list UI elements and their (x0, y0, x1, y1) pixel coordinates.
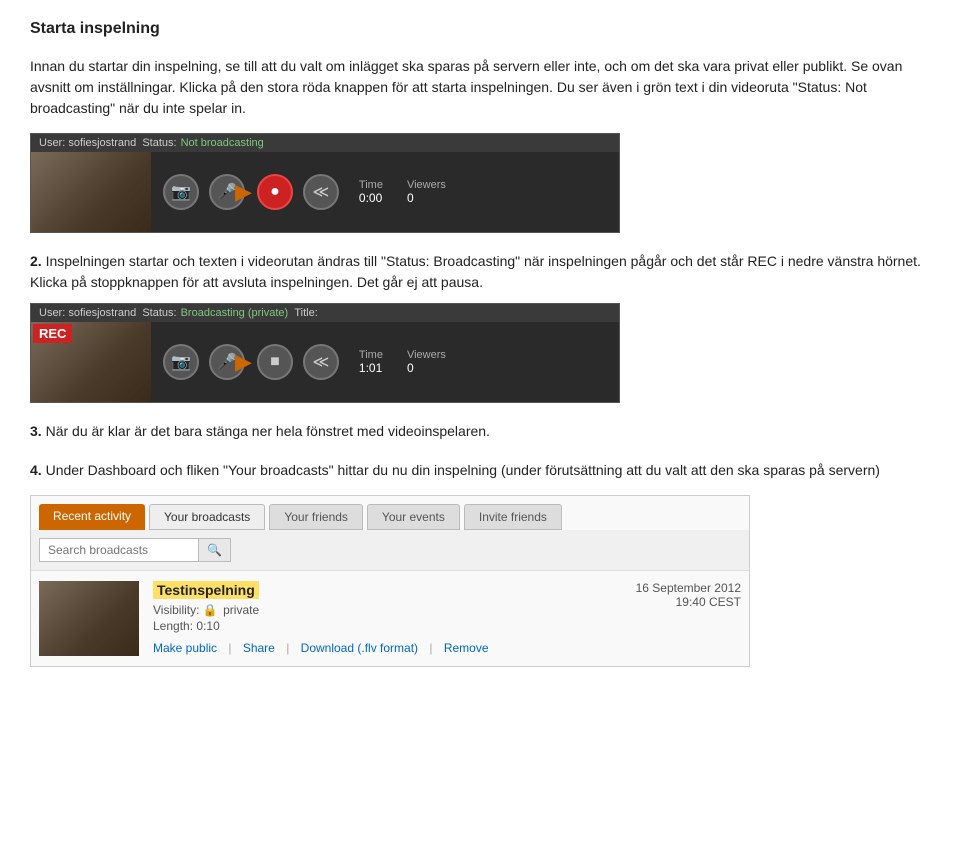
viewers-value-2: 0 (407, 361, 446, 375)
stop-btn-2[interactable]: ■ (257, 344, 293, 380)
section-point1: Innan du startar din inspelning, se till… (30, 56, 929, 233)
player2-user-label: User: (39, 307, 65, 319)
player1-status-value: Not broadcasting (181, 137, 264, 149)
broadcast-length: Length: 0:10 (153, 619, 587, 633)
broadcast-title: Testinspelning (153, 581, 259, 599)
point4-content: Under Dashboard och fliken "Your broadca… (46, 462, 880, 478)
length-label: Length: (153, 619, 193, 633)
broadcast-actions: Make public Share Download (.flv format)… (153, 641, 587, 655)
broadcast-row: Testinspelning Visibility: 🔒 private Len… (31, 571, 749, 666)
player-mock-2: User: sofiesjostrand Status: Broadcastin… (30, 303, 620, 403)
broadcast-details: Testinspelning Visibility: 🔒 private Len… (153, 581, 587, 655)
time-label-2: Time (359, 349, 383, 361)
player1-user-label: User: (39, 137, 65, 149)
time-value-1: 0:00 (359, 191, 383, 205)
time-label-1: Time (359, 179, 383, 191)
search-button[interactable]: 🔍 (199, 538, 231, 562)
point2-text: Inspelningen startar och texten i videor… (30, 253, 921, 290)
camera-btn-2[interactable]: 📷 (163, 344, 199, 380)
arrow-2: ▶ (235, 349, 252, 375)
broadcast-thumbnail (39, 581, 139, 656)
dashboard-tabs: Recent activity Your broadcasts Your fri… (31, 496, 749, 530)
player1-status-label: Status: (142, 137, 176, 149)
point3-content: När du är klar är det bara stänga ner he… (46, 423, 490, 439)
title-section: Starta inspelning (30, 20, 929, 38)
player-info-1: Time 0:00 Viewers 0 (359, 179, 446, 205)
player-controls-2: 📷 🎤 ▶ ■ ≪ Time 1:01 Viewers 0 (151, 336, 619, 388)
page-title: Starta inspelning (30, 20, 929, 38)
visibility-value: private (223, 603, 259, 617)
player-video-2: REC (31, 322, 151, 402)
share-btn-1[interactable]: ≪ (303, 174, 339, 210)
point4-text: 4. Under Dashboard och fliken "Your broa… (30, 460, 929, 481)
action-make-public[interactable]: Make public (153, 641, 231, 655)
broadcast-date: 16 September 2012 19:40 CEST (601, 581, 741, 609)
viewers-col-1: Viewers 0 (407, 179, 446, 205)
broadcast-date-day: 16 September 2012 (601, 581, 741, 595)
broadcast-visibility: Visibility: 🔒 private (153, 603, 587, 617)
search-icon: 🔍 (207, 543, 222, 557)
point1-text: Innan du startar din inspelning, se till… (30, 56, 929, 119)
player-mock-1: User: sofiesjostrand Status: Not broadca… (30, 133, 620, 233)
point3-text: 3. När du är klar är det bara stänga ner… (30, 421, 929, 442)
share-btn-2[interactable]: ≪ (303, 344, 339, 380)
visibility-label: Visibility: (153, 603, 199, 617)
lock-icon: 🔒 (203, 603, 218, 617)
player-info-2: Time 1:01 Viewers 0 (359, 349, 446, 375)
player-info-row-time-1: Time 0:00 Viewers 0 (359, 179, 446, 205)
tab-invite-friends[interactable]: Invite friends (464, 504, 562, 530)
length-value: 0:10 (196, 619, 219, 633)
section-point2: 2. Inspelningen startar och texten i vid… (30, 251, 929, 403)
action-download[interactable]: Download (.flv format) (301, 641, 433, 655)
player-info-row-time-2: Time 1:01 Viewers 0 (359, 349, 446, 375)
action-share[interactable]: Share (243, 641, 289, 655)
player-video-face-1 (31, 152, 151, 232)
section-point3: 3. När du är klar är det bara stänga ner… (30, 421, 929, 442)
tab-recent-activity[interactable]: Recent activity (39, 504, 145, 530)
viewers-col-2: Viewers 0 (407, 349, 446, 375)
viewers-label-2: Viewers (407, 349, 446, 361)
arrow-1: ▶ (235, 179, 252, 205)
player-top-bar-1: User: sofiesjostrand Status: Not broadca… (31, 134, 619, 152)
player2-title-label: Title: (294, 307, 317, 319)
player1-user-value: sofiesjostrand (68, 137, 136, 149)
search-input[interactable] (39, 538, 199, 562)
point2-prefix: 2. Inspelningen startar och texten i vid… (30, 251, 929, 293)
camera-btn-1[interactable]: 📷 (163, 174, 199, 210)
section-point4: 4. Under Dashboard och fliken "Your broa… (30, 460, 929, 667)
player-main-2: REC 📷 🎤 ▶ ■ ≪ Time 1:01 Viewers (31, 322, 619, 402)
player-main-1: 📷 🎤 ▶ ● ≪ Time 0:00 Viewers 0 (31, 152, 619, 232)
search-bar: 🔍 (31, 530, 749, 571)
broadcast-date-time: 19:40 CEST (601, 595, 741, 609)
rec-badge: REC (33, 324, 72, 343)
player2-user-value: sofiesjostrand (68, 307, 136, 319)
tab-your-events[interactable]: Your events (367, 504, 460, 530)
point2-number: 2. (30, 253, 42, 269)
record-btn-1[interactable]: ● (257, 174, 293, 210)
player2-status-label: Status: (142, 307, 176, 319)
player2-status-value: Broadcasting (private) (181, 307, 289, 319)
player-video-1 (31, 152, 151, 232)
point4-number: 4. (30, 462, 42, 478)
time-col-2: Time 1:01 (359, 349, 383, 375)
tab-your-broadcasts[interactable]: Your broadcasts (149, 504, 265, 530)
viewers-label-1: Viewers (407, 179, 446, 191)
player-controls-1: 📷 🎤 ▶ ● ≪ Time 0:00 Viewers 0 (151, 166, 619, 218)
dashboard-mock: Recent activity Your broadcasts Your fri… (30, 495, 750, 667)
tab-your-friends[interactable]: Your friends (269, 504, 363, 530)
point3-number: 3. (30, 423, 42, 439)
action-remove[interactable]: Remove (444, 641, 489, 655)
player-top-bar-2: User: sofiesjostrand Status: Broadcastin… (31, 304, 619, 322)
time-col-1: Time 0:00 (359, 179, 383, 205)
viewers-value-1: 0 (407, 191, 446, 205)
time-value-2: 1:01 (359, 361, 383, 375)
